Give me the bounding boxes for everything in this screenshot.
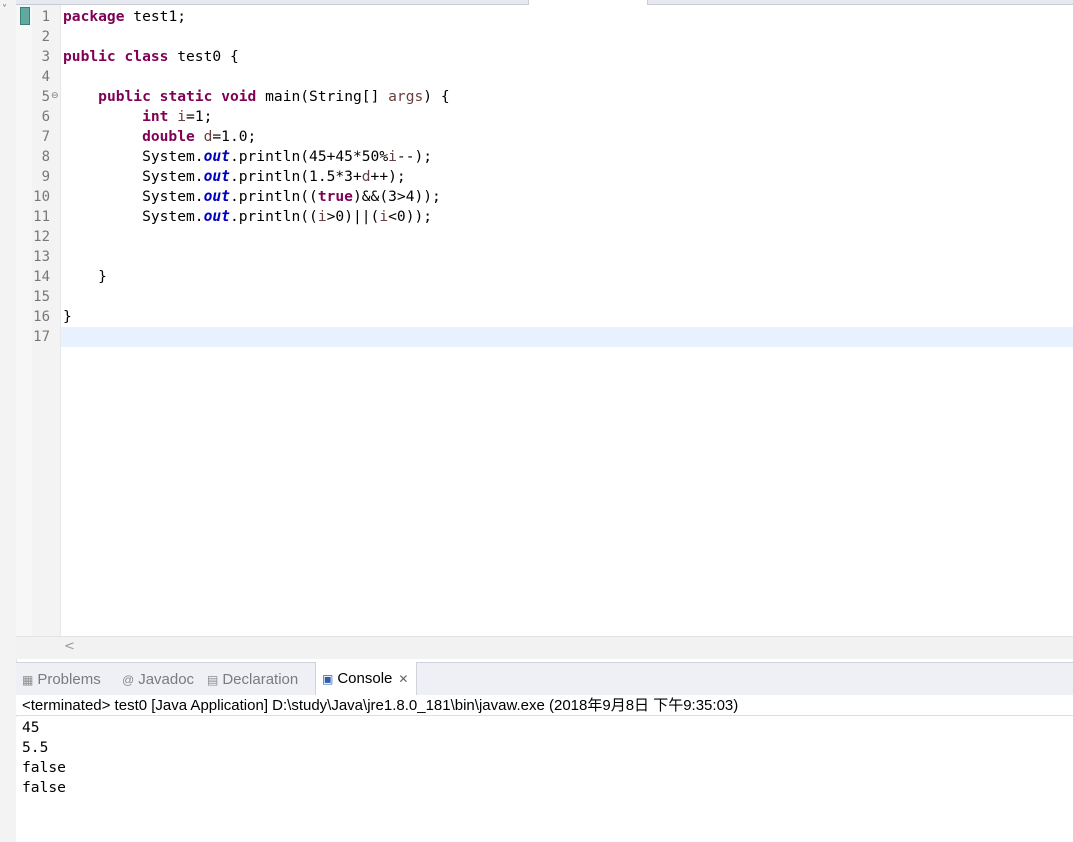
keyword: static	[159, 88, 213, 105]
code-text: System.	[142, 148, 204, 165]
tab-label: Console	[337, 670, 393, 687]
code-text: ++);	[370, 168, 406, 185]
code-line-6: int i=1;	[63, 107, 212, 127]
line-number: 10	[33, 189, 50, 205]
code-text: <0));	[388, 208, 433, 225]
keyword: class	[124, 48, 169, 65]
local-variable: i	[317, 208, 327, 225]
keyword: public	[63, 48, 116, 65]
code-text: >0)||(	[326, 208, 380, 225]
tab-label: Declaration	[222, 671, 299, 688]
line-number: 3	[41, 49, 50, 65]
quick-diff-marker	[20, 7, 30, 25]
line-number: 9	[41, 169, 50, 185]
bottom-view-tabs: ▦ Problems @ Javadoc ▤ Declaration ▣ Console…	[16, 662, 1073, 696]
code-text: =1;	[186, 108, 213, 125]
tab-javadoc[interactable]: @ Javadoc	[122, 663, 194, 695]
static-field: out	[203, 168, 230, 185]
code-text: test0 {	[168, 48, 239, 65]
code-text: main(String[]	[256, 88, 389, 105]
strip-chevron-icon: ˅	[2, 4, 7, 15]
collapse-fold-icon[interactable]: ⊖	[51, 86, 59, 106]
static-field: out	[203, 188, 230, 205]
line-number: 4	[41, 69, 50, 85]
code-line-5: public static void main(String[] args) {	[63, 87, 450, 107]
console-process-header: <terminated> test0 [Java Application] D:…	[16, 695, 1073, 716]
parameter: args	[388, 88, 424, 105]
line-number: 5	[41, 89, 50, 105]
keyword: int	[142, 108, 169, 125]
keyword: double	[142, 128, 195, 145]
keyword: void	[221, 88, 257, 105]
keyword: package	[63, 8, 125, 25]
code-text: }	[63, 308, 72, 325]
code-text: )&&(3>4));	[352, 188, 441, 205]
local-variable: d	[361, 168, 371, 185]
line-number: 16	[33, 309, 50, 325]
overview-ruler	[16, 5, 32, 636]
console-output-line: false	[22, 759, 66, 776]
code-text: System.	[142, 188, 204, 205]
local-variable: i	[379, 208, 389, 225]
local-variable: i	[177, 108, 187, 125]
code-line-7: double d=1.0;	[63, 127, 256, 147]
declaration-icon: ▤	[207, 673, 219, 687]
line-number: 12	[33, 229, 50, 245]
line-number: 11	[33, 209, 50, 225]
code-editor[interactable]: 1 2 3 4 5 ⊖ 6 7 8 9 10 11 12 13 14 15 16…	[16, 5, 1073, 636]
code-line-1: package test1;	[63, 7, 186, 27]
code-text: ) {	[423, 88, 450, 105]
code-line-14: }	[63, 267, 107, 287]
line-number: 6	[41, 109, 50, 125]
code-text: =1.0;	[212, 128, 257, 145]
keyword: public	[98, 88, 151, 105]
line-number: 15	[33, 289, 50, 305]
static-field: out	[203, 208, 230, 225]
code-line-10: System.out.println((true)&&(3>4));	[63, 187, 441, 207]
left-window-strip: ˅	[0, 0, 17, 842]
console-output-line: 45	[22, 719, 40, 736]
line-number: 14	[33, 269, 50, 285]
scroll-left-icon[interactable]: <	[64, 639, 75, 654]
console-output-line: 5.5	[22, 739, 49, 756]
static-field: out	[203, 148, 230, 165]
console-output-line: false	[22, 779, 66, 796]
code-text: System.	[142, 168, 204, 185]
console-output[interactable]: 45 5.5 false false	[16, 717, 1073, 842]
code-text: System.	[142, 208, 204, 225]
console-icon: ▣	[322, 672, 334, 686]
horizontal-scrollbar[interactable]: <	[16, 636, 1073, 659]
code-line-16: }	[63, 307, 72, 327]
code-text: test1;	[124, 8, 187, 25]
problems-icon: ▦	[22, 673, 34, 687]
line-number: 1	[41, 9, 50, 25]
keyword: true	[317, 188, 353, 205]
line-number: 13	[33, 249, 50, 265]
close-icon[interactable]: ✕	[398, 672, 408, 686]
tab-label: Problems	[37, 671, 101, 688]
code-line-8: System.out.println(45+45*50%i--);	[63, 147, 432, 167]
code-line-11: System.out.println((i>0)||(i<0));	[63, 207, 432, 227]
line-number: 17	[33, 329, 50, 345]
code-line-9: System.out.println(1.5*3+d++);	[63, 167, 406, 187]
code-text: --);	[396, 148, 433, 165]
code-text: }	[98, 268, 107, 285]
tab-problems[interactable]: ▦ Problems	[22, 663, 101, 695]
at-icon: @	[122, 673, 135, 687]
tab-label: Javadoc	[138, 671, 195, 688]
line-number: 7	[41, 129, 50, 145]
code-text: .println((	[229, 188, 318, 205]
local-variable: i	[388, 148, 397, 165]
tab-declaration[interactable]: ▤ Declaration	[207, 663, 298, 695]
line-number-gutter: 1 2 3 4 5 ⊖ 6 7 8 9 10 11 12 13 14 15 16…	[32, 5, 61, 636]
line-number: 2	[41, 29, 50, 45]
tab-console[interactable]: ▣ Console ✕	[315, 662, 418, 695]
line-number: 8	[41, 149, 50, 165]
code-text-area[interactable]: package test1; public class test0 { publ…	[61, 5, 1073, 636]
code-line-3: public class test0 {	[63, 47, 239, 67]
code-text: .println((	[229, 208, 318, 225]
current-line-highlight	[61, 327, 1073, 347]
code-text: .println(1.5*3+	[229, 168, 362, 185]
code-text: .println(45+45*50%	[229, 148, 389, 165]
